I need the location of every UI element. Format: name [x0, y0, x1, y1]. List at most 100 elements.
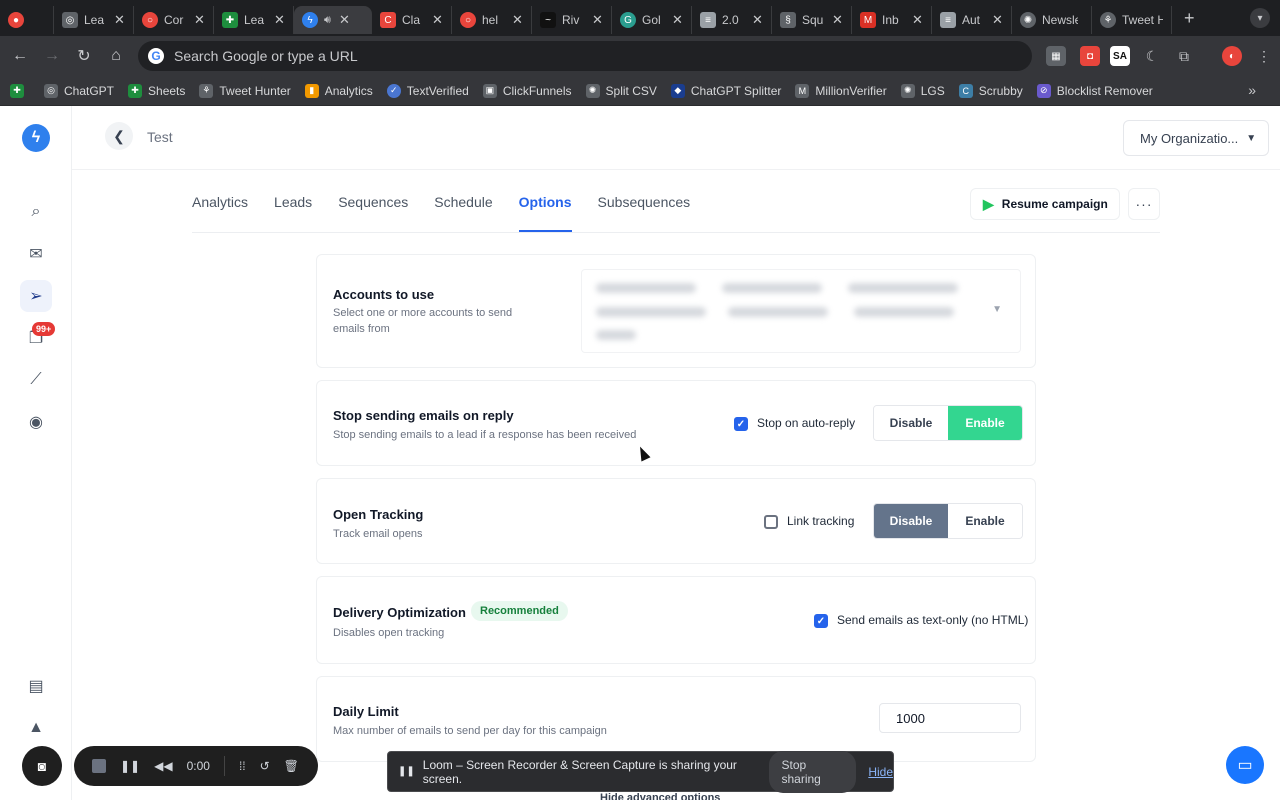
back-arrow-icon[interactable]: ←: [4, 47, 36, 65]
bookmark[interactable]: ✺ LGS: [900, 83, 945, 98]
browser-tab[interactable]: ≡ Aut ✕: [932, 6, 1012, 34]
bookmark[interactable]: ▮ Analytics: [304, 83, 373, 98]
bookmark[interactable]: M MillionVerifier: [795, 83, 887, 98]
close-icon[interactable]: ✕: [992, 12, 1003, 28]
chat-icon: ▭: [1237, 757, 1253, 774]
hide-link[interactable]: Hide: [868, 765, 893, 779]
bookmark[interactable]: ⚘ Tweet Hunter: [199, 83, 291, 98]
chat-support-button[interactable]: ▭: [1226, 746, 1264, 784]
resume-campaign-button[interactable]: ▶ Resume campaign: [970, 188, 1120, 220]
close-icon[interactable]: ✕: [274, 12, 285, 28]
browser-tab[interactable]: C Cla ✕: [372, 6, 452, 34]
organization-selector[interactable]: My Organizatio... ▼: [1123, 120, 1269, 156]
browser-tab[interactable]: ≡ 2.0 ✕: [692, 6, 772, 34]
tab-search-icon[interactable]: ▾: [1250, 8, 1270, 28]
close-icon[interactable]: ✕: [832, 12, 843, 28]
bookmarks-bar: ✚ ◎ ChatGPT ✚ Sheets ⚘ Tweet Hunter ▮ Analyt…: [0, 76, 1280, 106]
link-tracking-checkbox[interactable]: [764, 515, 778, 529]
tab-schedule[interactable]: Schedule: [434, 190, 492, 232]
timer: 0:00: [186, 759, 210, 773]
close-icon[interactable]: ✕: [512, 12, 523, 28]
enable-button[interactable]: Enable: [948, 406, 1022, 440]
grid-icon[interactable]: ⁞⁞: [239, 759, 246, 773]
close-icon[interactable]: ✕: [592, 12, 603, 28]
browser-tab[interactable]: M Inb ✕: [852, 6, 932, 34]
blurred-account: [596, 307, 706, 317]
bookmark[interactable]: ✓ TextVerified: [386, 83, 469, 98]
extension-icon[interactable]: SA: [1110, 46, 1130, 66]
close-icon[interactable]: ✕: [752, 12, 763, 28]
browser-tab[interactable]: ◎ Lea ✕: [54, 6, 134, 34]
tab-analytics[interactable]: Analytics: [192, 190, 248, 232]
hide-advanced-options-link[interactable]: Hide advanced options: [600, 792, 720, 800]
enable-button[interactable]: Enable: [948, 504, 1022, 538]
close-icon[interactable]: ✕: [672, 12, 683, 28]
bolt-logo-icon[interactable]: ϟ: [22, 124, 50, 152]
close-icon[interactable]: ✕: [432, 12, 443, 28]
chat-icon[interactable]: ▤: [20, 670, 52, 702]
bookmark[interactable]: ✚: [10, 83, 30, 98]
trend-icon[interactable]: ⟋: [20, 364, 52, 396]
bookmark[interactable]: ◆ ChatGPT Splitter: [670, 83, 781, 98]
reload-icon[interactable]: ↻: [68, 46, 100, 66]
home-icon[interactable]: ⌂: [100, 47, 132, 65]
browser-tab[interactable]: ●: [0, 6, 54, 34]
chevron-right-icon[interactable]: »: [1248, 82, 1256, 98]
pause-icon: ❚❚: [398, 766, 415, 777]
bookmark[interactable]: ◎ ChatGPT: [44, 83, 114, 98]
new-tab-button[interactable]: +: [1184, 8, 1195, 29]
text-only-checkbox[interactable]: ✓: [814, 614, 828, 628]
accounts-select[interactable]: ▼: [581, 269, 1021, 353]
back-button[interactable]: ❮: [105, 122, 133, 150]
rocket-icon[interactable]: ▲: [20, 712, 52, 744]
user-circle-icon[interactable]: ◉: [20, 406, 52, 438]
browser-tab[interactable]: G Gol ✕: [612, 6, 692, 34]
browser-tab[interactable]: ✺ Newsle: [1012, 6, 1092, 34]
tab-leads[interactable]: Leads: [274, 190, 312, 232]
stop-recording-button[interactable]: [92, 759, 106, 773]
profile-avatar[interactable]: ◐: [1222, 46, 1242, 66]
mail-icon[interactable]: ✉: [20, 238, 52, 270]
tab-sequences[interactable]: Sequences: [338, 190, 408, 232]
browser-tab[interactable]: ~ Riv ✕: [532, 6, 612, 34]
notification-badge: 99+: [32, 322, 56, 336]
puzzle-icon[interactable]: ⧉: [1174, 46, 1194, 66]
search-icon[interactable]: ⌕: [20, 196, 52, 228]
bookmark[interactable]: ✚ Sheets: [128, 83, 185, 98]
gmail-icon: M: [860, 12, 876, 28]
browser-tab-active[interactable]: ϟ 🔊︎ ✕: [294, 6, 372, 34]
extension-icon[interactable]: ▦: [1046, 46, 1066, 66]
trash-icon[interactable]: 🗑︎: [284, 759, 299, 773]
tab-options[interactable]: Options: [518, 190, 572, 232]
daily-limit-input[interactable]: 1000: [879, 703, 1021, 733]
stop-on-auto-reply-checkbox[interactable]: ✓: [734, 417, 748, 431]
extension-icon[interactable]: ◘: [1080, 46, 1100, 66]
more-options-button[interactable]: ···: [1128, 188, 1160, 220]
menu-icon[interactable]: ⋮: [1254, 46, 1274, 66]
close-icon[interactable]: ✕: [114, 12, 125, 28]
restart-icon[interactable]: ↺: [260, 759, 270, 773]
bookmark[interactable]: ⊘ Blocklist Remover: [1036, 83, 1153, 98]
browser-tab[interactable]: ○ hel ✕: [452, 6, 532, 34]
disable-button[interactable]: Disable: [874, 406, 948, 440]
browser-tab[interactable]: ○ Cor ✕: [134, 6, 214, 34]
address-bar[interactable]: G Search Google or type a URL: [138, 41, 1032, 71]
forward-arrow-icon[interactable]: →: [36, 47, 68, 65]
rewind-icon[interactable]: ◀◀: [154, 759, 172, 773]
bookmark[interactable]: C Scrubby: [958, 83, 1023, 98]
browser-tab[interactable]: § Squ ✕: [772, 6, 852, 34]
stop-sharing-button[interactable]: Stop sharing: [769, 750, 857, 793]
browser-tab[interactable]: ✚ Lea ✕: [214, 6, 294, 34]
bookmark[interactable]: ▣ ClickFunnels: [482, 83, 572, 98]
bookmark[interactable]: ✺ Split CSV: [585, 83, 657, 98]
send-icon[interactable]: ➢: [20, 280, 52, 312]
close-icon[interactable]: ✕: [912, 12, 923, 28]
moon-icon[interactable]: ☾: [1142, 46, 1162, 66]
pause-icon[interactable]: ❚❚: [120, 759, 140, 773]
camera-icon[interactable]: ◙: [22, 746, 62, 786]
tab-subsequences[interactable]: Subsequences: [598, 190, 691, 232]
disable-button[interactable]: Disable: [874, 504, 948, 538]
close-icon[interactable]: ✕: [339, 12, 350, 28]
browser-tab[interactable]: ⚘ Tweet H: [1092, 6, 1172, 34]
close-icon[interactable]: ✕: [194, 12, 205, 28]
